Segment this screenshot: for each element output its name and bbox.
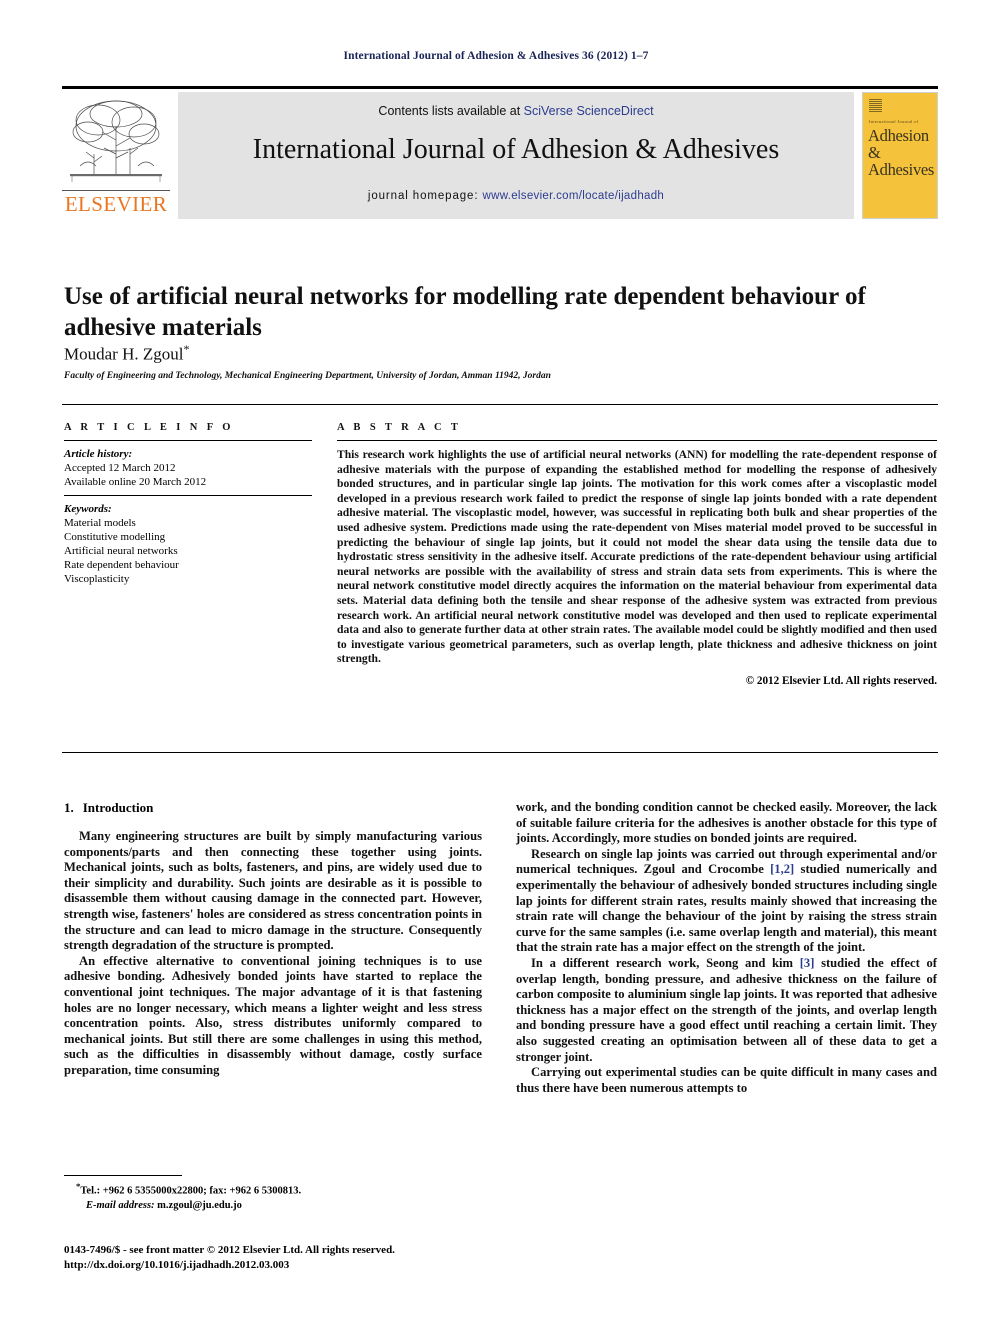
paragraph: In a different research work, Seong and … xyxy=(516,956,937,1065)
imprint-issn-line: 0143-7496/$ - see front matter © 2012 El… xyxy=(64,1244,395,1256)
paragraph: work, and the bonding condition cannot b… xyxy=(516,800,937,847)
section-title-text: Introduction xyxy=(82,800,154,815)
citation-link[interactable]: [1,2] xyxy=(770,862,794,876)
journal-title: International Journal of Adhesion & Adhe… xyxy=(252,134,780,165)
article-history-online: Available online 20 March 2012 xyxy=(64,476,207,488)
journal-cover-thumbnail: International Journal of Adhesion & Adhe… xyxy=(862,92,938,219)
elsevier-wordmark: ELSEVIER xyxy=(62,190,170,217)
author-list: Moudar H. Zgoul* xyxy=(64,342,874,365)
section-heading-introduction: 1. Introduction xyxy=(64,800,482,816)
footnote-tel: Tel.: +962 6 5355000x22800; fax: +962 6 … xyxy=(80,1185,302,1197)
corresponding-footnote: *Tel.: +962 6 5355000x22800; fax: +962 6… xyxy=(64,1175,482,1213)
paper-page: International Journal of Adhesion & Adhe… xyxy=(0,0,992,1323)
keyword-item: Viscoplasticity xyxy=(64,573,130,585)
abstract-copyright: © 2012 Elsevier Ltd. All rights reserved… xyxy=(745,674,937,687)
footnote-email-label: E-mail address: xyxy=(86,1199,155,1211)
paragraph-text: In a different research work, Seong and … xyxy=(531,955,800,970)
abstract-heading: A B S T R A C T xyxy=(337,422,462,433)
paragraph-text: studied the effect of overlap length, bo… xyxy=(516,955,937,1064)
article-info-mid-rule xyxy=(64,495,312,496)
corresponding-author-marker: * xyxy=(183,342,190,356)
footnote-tel-line: *Tel.: +962 6 5355000x22800; fax: +962 6… xyxy=(64,1179,482,1199)
cover-title-line2: Adhesives xyxy=(868,160,935,179)
article-title: Use of artificial neural networks for mo… xyxy=(64,282,866,341)
paragraph: Many engineering structures are built by… xyxy=(64,829,482,953)
body-column-right: work, and the bonding condition cannot b… xyxy=(516,800,937,1096)
paragraph: Carrying out experimental studies can be… xyxy=(516,1065,937,1096)
paragraph-text: Carrying out experimental studies can be… xyxy=(516,1065,937,1095)
article-info-heading: A R T I C L E I N F O xyxy=(64,422,234,433)
article-history-label: Article history: xyxy=(64,448,133,460)
keyword-item: Material models xyxy=(64,517,136,529)
cover-small-title: International Journal of xyxy=(869,119,919,124)
contents-list-line: Contents lists available at SciVerse Sci… xyxy=(178,104,854,118)
author-affiliation: Faculty of Engineering and Technology, M… xyxy=(64,371,551,381)
footnote-rule xyxy=(64,1175,182,1176)
contents-prefix: Contents lists available at xyxy=(378,104,524,118)
masthead-band: Contents lists available at SciVerse Sci… xyxy=(178,92,854,219)
sciencedirect-link[interactable]: SciVerse ScienceDirect xyxy=(524,104,654,118)
article-history-group: Article history: Accepted 12 March 2012 … xyxy=(64,447,312,489)
info-band-bottom-rule xyxy=(62,752,938,753)
section-number: 1. xyxy=(64,800,74,815)
article-info-column: A R T I C L E I N F O Article history: A… xyxy=(64,422,312,592)
imprint-block: 0143-7496/$ - see front matter © 2012 El… xyxy=(64,1243,544,1272)
keyword-item: Artificial neural networks xyxy=(64,545,178,557)
cover-title-line1: Adhesion & xyxy=(868,126,929,162)
elsevier-logo: ELSEVIER xyxy=(62,92,170,219)
imprint-doi-line[interactable]: http://dx.doi.org/10.1016/j.ijadhadh.201… xyxy=(64,1258,544,1273)
right-paragraph-container: work, and the bonding condition cannot b… xyxy=(516,800,937,1096)
citation-link[interactable]: [3] xyxy=(800,956,815,970)
keyword-item: Constitutive modelling xyxy=(64,531,166,543)
footnote-email[interactable]: m.zgoul@ju.edu.jo xyxy=(157,1200,242,1211)
paragraph: Research on single lap joints was carrie… xyxy=(516,847,937,956)
info-band-top-rule xyxy=(62,404,938,405)
abstract-text: This research work highlights the use of… xyxy=(337,448,937,666)
homepage-prefix: journal homepage: xyxy=(367,190,483,202)
running-head: International Journal of Adhesion & Adhe… xyxy=(343,50,649,62)
body-column-left: 1. Introduction Many engineering structur… xyxy=(64,800,482,1079)
journal-homepage-line: journal homepage: www.elsevier.com/locat… xyxy=(178,190,854,202)
elsevier-tree-icon xyxy=(68,96,164,188)
article-history-accepted: Accepted 12 March 2012 xyxy=(64,462,176,474)
author-name: Moudar H. Zgoul xyxy=(64,344,184,364)
article-info-rule xyxy=(64,440,312,441)
keyword-item: Rate dependent behaviour xyxy=(64,559,179,571)
journal-homepage-link[interactable]: www.elsevier.com/locate/ijadhadh xyxy=(483,190,665,202)
cover-main-title: Adhesion & Adhesives xyxy=(868,126,937,179)
paragraph: An effective alternative to conventional… xyxy=(64,953,482,1077)
keywords-label: Keywords: xyxy=(64,503,112,515)
paragraph-text: work, and the bonding condition cannot b… xyxy=(516,800,937,846)
tree-svg xyxy=(70,100,162,182)
footnote-email-line: E-mail address: m.zgoul@ju.edu.jo xyxy=(64,1199,482,1213)
keywords-group: Keywords: Material models Constitutive m… xyxy=(64,502,312,586)
journal-masthead: ELSEVIER Contents lists available at Sci… xyxy=(62,86,938,219)
abstract-rule xyxy=(337,440,937,441)
cover-elsevier-mark-icon xyxy=(869,99,882,113)
abstract-column: A B S T R A C T This research work highl… xyxy=(337,422,937,687)
